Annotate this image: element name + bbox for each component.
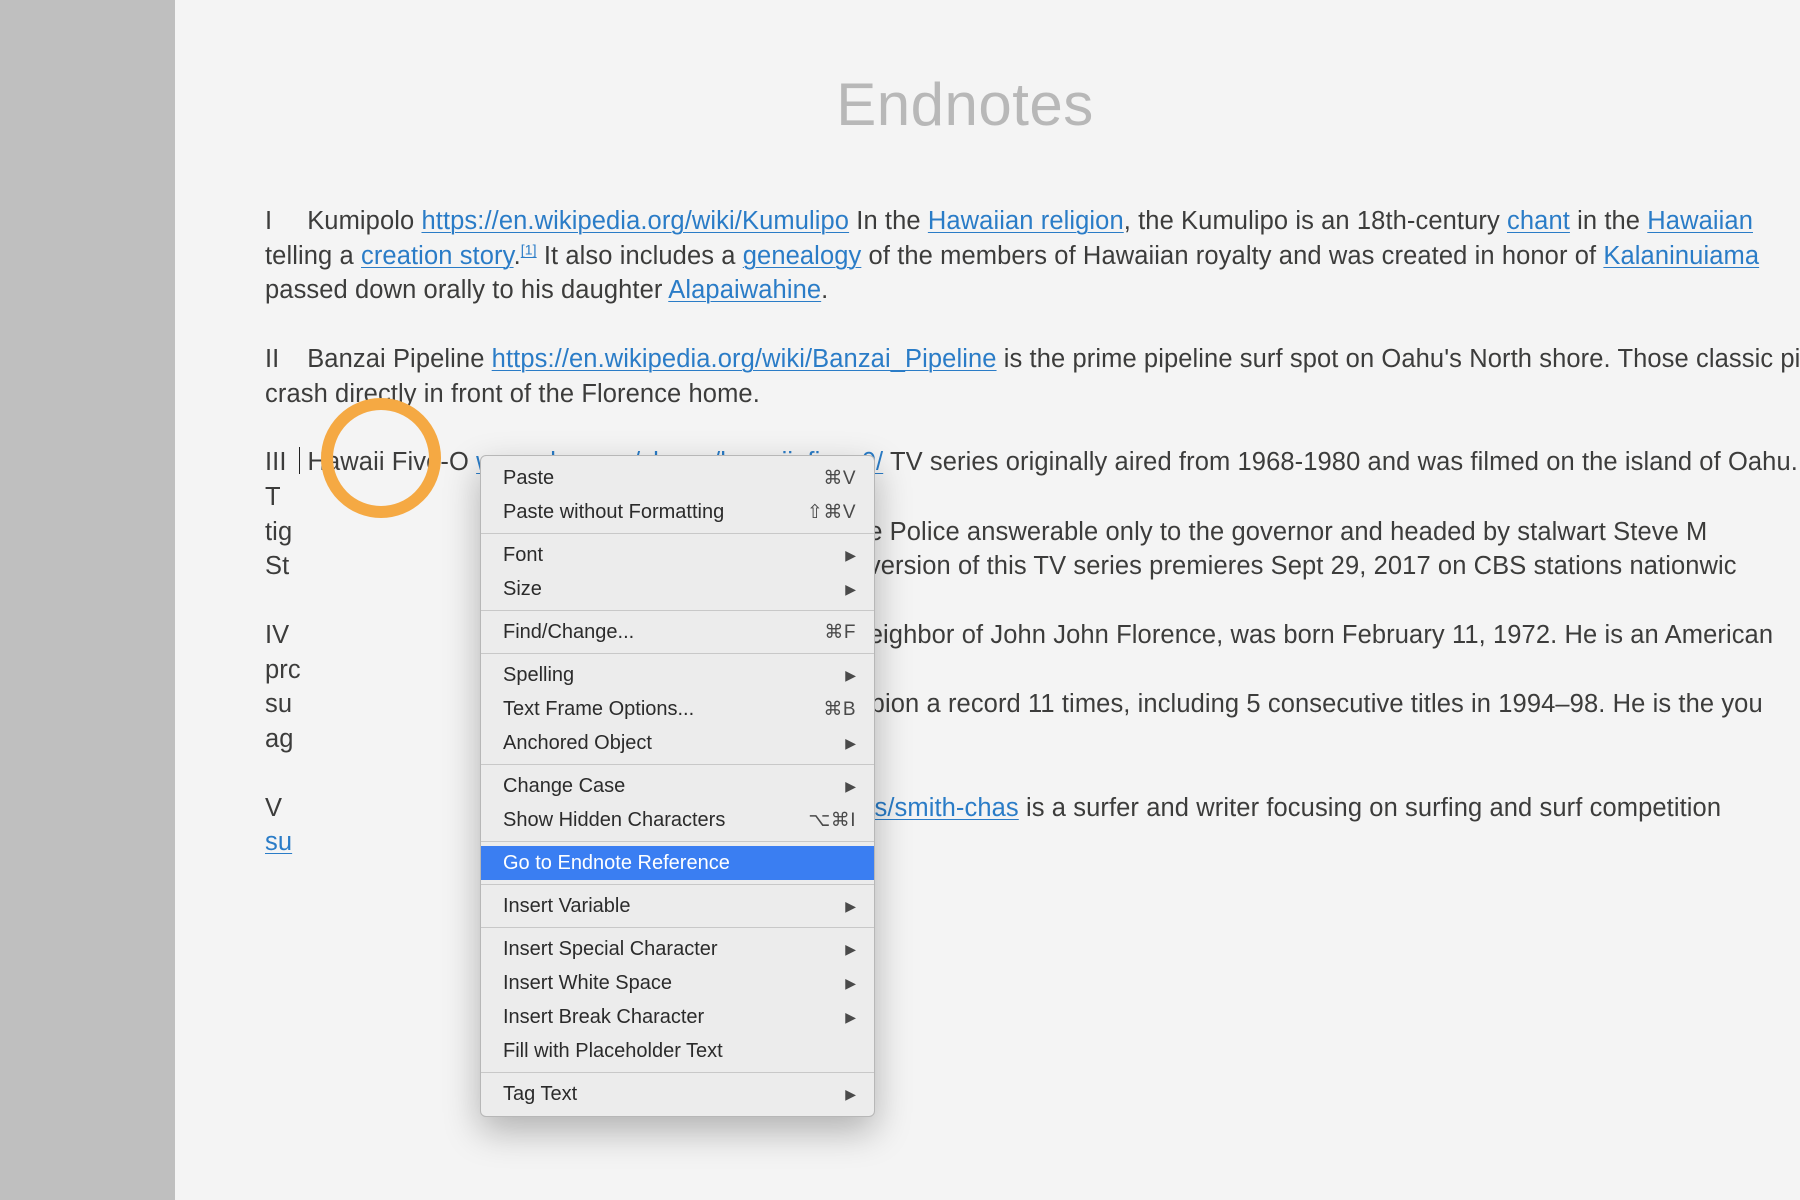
menu-insert-break-character[interactable]: Insert Break Character ▶ bbox=[481, 1000, 874, 1034]
page-gutter bbox=[0, 0, 175, 1200]
submenu-arrow-icon: ▶ bbox=[845, 778, 856, 795]
menu-separator bbox=[481, 533, 874, 534]
menu-tag-text[interactable]: Tag Text ▶ bbox=[481, 1077, 874, 1111]
endnote-1[interactable]: I Kumipolo https://en.wikipedia.org/wiki… bbox=[265, 204, 1800, 308]
context-menu: Paste ⌘V Paste without Formatting ⇧⌘V Fo… bbox=[480, 455, 875, 1117]
link-genealogy[interactable]: genealogy bbox=[743, 242, 862, 270]
link-kumulipo-url[interactable]: https://en.wikipedia.org/wiki/Kumulipo bbox=[421, 207, 849, 235]
link-su[interactable]: su bbox=[265, 828, 292, 856]
link-chant[interactable]: chant bbox=[1507, 207, 1570, 235]
link-banzai-url[interactable]: https://en.wikipedia.org/wiki/Banzai_Pip… bbox=[492, 345, 997, 373]
menu-separator bbox=[481, 653, 874, 654]
menu-separator bbox=[481, 884, 874, 885]
text-cursor bbox=[299, 447, 300, 474]
menu-separator bbox=[481, 610, 874, 611]
menu-size[interactable]: Size ▶ bbox=[481, 572, 874, 606]
menu-separator bbox=[481, 841, 874, 842]
menu-font[interactable]: Font ▶ bbox=[481, 538, 874, 572]
link-hawaiian[interactable]: Hawaiian bbox=[1647, 207, 1753, 235]
menu-spelling[interactable]: Spelling ▶ bbox=[481, 658, 874, 692]
menu-fill-placeholder-text[interactable]: Fill with Placeholder Text bbox=[481, 1034, 874, 1068]
endnote-number: II bbox=[265, 342, 300, 377]
link-kalaninuiama[interactable]: Kalaninuiama bbox=[1603, 242, 1759, 270]
menu-go-to-endnote-reference[interactable]: Go to Endnote Reference bbox=[481, 846, 874, 880]
menu-separator bbox=[481, 1072, 874, 1073]
submenu-arrow-icon: ▶ bbox=[845, 735, 856, 752]
endnote-number: V bbox=[265, 791, 300, 826]
submenu-arrow-icon: ▶ bbox=[845, 1086, 856, 1103]
submenu-arrow-icon: ▶ bbox=[845, 898, 856, 915]
endnote-number: I bbox=[265, 204, 300, 239]
link-alapaiwahine[interactable]: Alapaiwahine bbox=[668, 276, 821, 304]
submenu-arrow-icon: ▶ bbox=[845, 581, 856, 598]
link-hawaiian-religion[interactable]: Hawaiian religion bbox=[928, 207, 1124, 235]
page-title: Endnotes bbox=[265, 70, 1665, 139]
submenu-arrow-icon: ▶ bbox=[845, 667, 856, 684]
document-page: Endnotes I Kumipolo https://en.wikipedia… bbox=[175, 0, 1800, 1200]
menu-separator bbox=[481, 927, 874, 928]
menu-find-change[interactable]: Find/Change... ⌘F bbox=[481, 615, 874, 649]
endnote-2[interactable]: II Banzai Pipeline https://en.wikipedia.… bbox=[265, 342, 1800, 411]
submenu-arrow-icon: ▶ bbox=[845, 975, 856, 992]
submenu-arrow-icon: ▶ bbox=[845, 1009, 856, 1026]
menu-show-hidden-characters[interactable]: Show Hidden Characters ⌥⌘I bbox=[481, 803, 874, 837]
menu-insert-variable[interactable]: Insert Variable ▶ bbox=[481, 889, 874, 923]
menu-text-frame-options[interactable]: Text Frame Options... ⌘B bbox=[481, 692, 874, 726]
menu-paste[interactable]: Paste ⌘V bbox=[481, 461, 874, 495]
menu-insert-white-space[interactable]: Insert White Space ▶ bbox=[481, 966, 874, 1000]
endnote-number: III bbox=[265, 445, 300, 480]
menu-change-case[interactable]: Change Case ▶ bbox=[481, 769, 874, 803]
menu-anchored-object[interactable]: Anchored Object ▶ bbox=[481, 726, 874, 760]
menu-insert-special-character[interactable]: Insert Special Character ▶ bbox=[481, 932, 874, 966]
endnote-number: IV bbox=[265, 618, 300, 653]
submenu-arrow-icon: ▶ bbox=[845, 941, 856, 958]
footnote-ref-1[interactable]: [1] bbox=[521, 241, 537, 257]
submenu-arrow-icon: ▶ bbox=[845, 547, 856, 564]
link-creation-story[interactable]: creation story bbox=[361, 242, 514, 270]
menu-paste-without-formatting[interactable]: Paste without Formatting ⇧⌘V bbox=[481, 495, 874, 529]
menu-separator bbox=[481, 764, 874, 765]
